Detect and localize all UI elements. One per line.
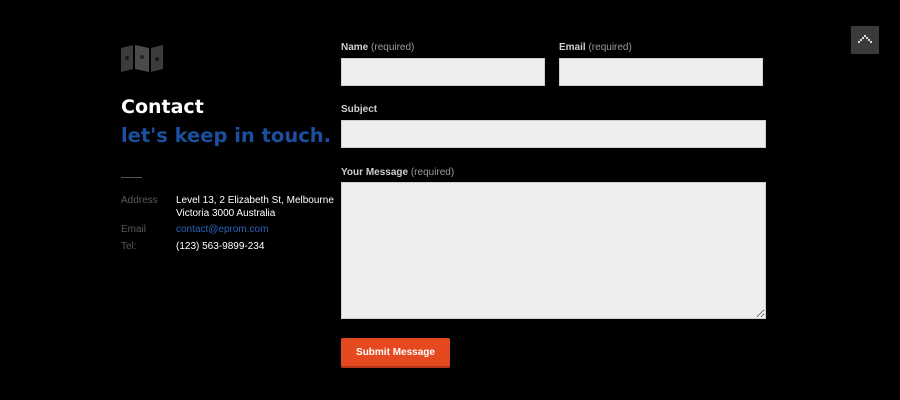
email-link[interactable]: contact@eprom.com: [176, 223, 268, 237]
submit-message-button[interactable]: Submit Message: [341, 338, 450, 368]
name-input[interactable]: [341, 58, 545, 86]
subject-label: Subject: [341, 104, 378, 115]
subject-input[interactable]: [341, 120, 766, 148]
address-line-2: Victoria 3000 Australia: [176, 208, 276, 219]
divider: [121, 177, 142, 178]
email-required-note: (required): [588, 42, 632, 53]
tel-value: (123) 563-9899-234: [176, 241, 265, 252]
message-textarea[interactable]: [341, 182, 766, 319]
email-label: Email: [121, 224, 147, 235]
map-logo-icon: [121, 45, 163, 72]
message-label: Your Message: [341, 167, 409, 178]
email-field-label: Email (required): [559, 42, 632, 54]
tel-label: Tel:: [121, 241, 137, 252]
up-arrow-icon: [858, 35, 872, 43]
contact-heading: Contact: [121, 96, 204, 118]
name-required-note: (required): [371, 42, 415, 53]
email-field-label-text: Email: [559, 42, 586, 53]
name-label: Name: [341, 42, 369, 53]
subject-field-label: Subject: [341, 104, 377, 116]
name-field-label: Name (required): [341, 42, 414, 54]
back-to-top-button[interactable]: [851, 26, 879, 54]
address-line-1: Level 13, 2 Elizabeth St, Melbourne: [176, 195, 334, 206]
address-label: Address: [121, 195, 158, 206]
message-field-label: Your Message (required): [341, 167, 454, 179]
email-input[interactable]: [559, 58, 763, 86]
contact-tagline: let's keep in touch.: [121, 124, 332, 147]
message-required-note: (required): [410, 167, 455, 178]
